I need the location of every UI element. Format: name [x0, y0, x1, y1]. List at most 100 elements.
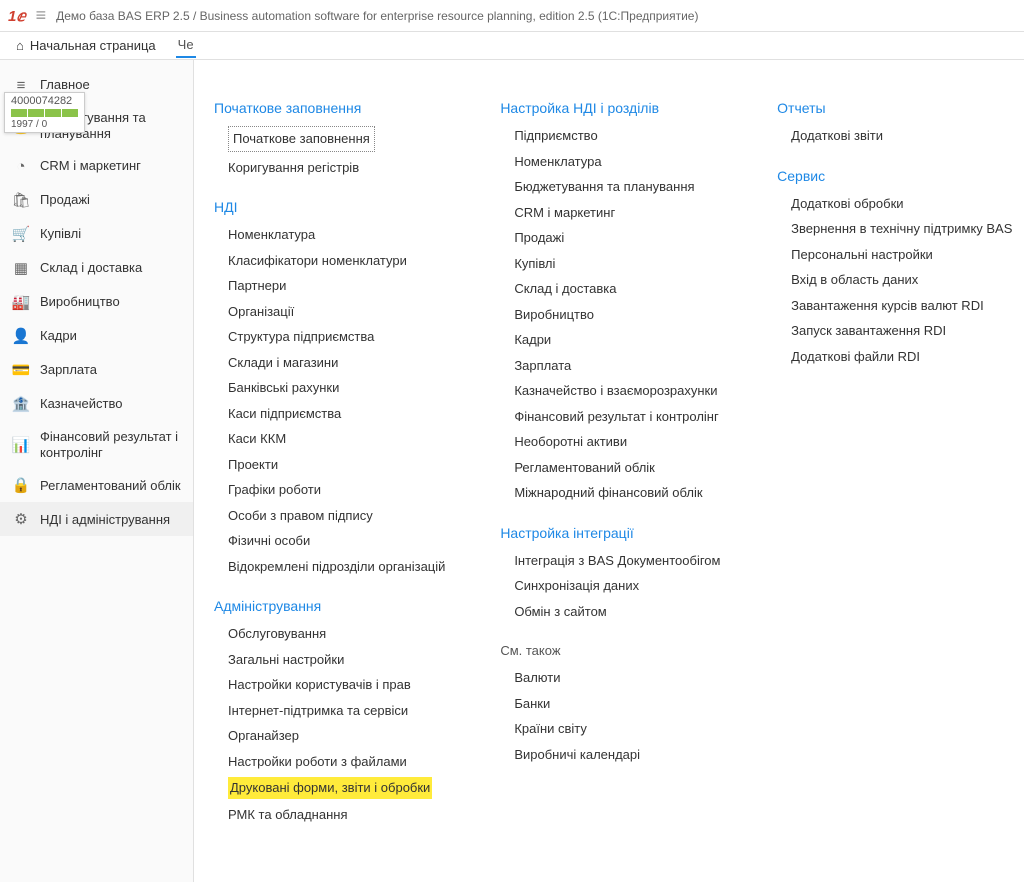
menu-link[interactable]: Партнери	[228, 276, 460, 296]
nav-icon: 🛒	[12, 225, 30, 243]
menu-link[interactable]: Вхід в область даних	[791, 270, 1014, 290]
menu-link[interactable]: Друковані форми, звіти і обробки	[228, 777, 432, 799]
menu-link[interactable]: Кадри	[514, 330, 737, 350]
menu-link[interactable]: Початкове заповнення	[228, 126, 375, 152]
nav-icon: 👤	[12, 327, 30, 345]
menu-link[interactable]: Відокремлені підрозділи організацій	[228, 557, 460, 577]
menu-link[interactable]: Звернення в технічну підтримку BAS	[791, 219, 1014, 239]
section-header[interactable]: Сервис	[777, 168, 1014, 184]
menu-link[interactable]: Структура підприємства	[228, 327, 460, 347]
sidebar-item[interactable]: 🏭Виробництво	[0, 285, 193, 319]
nav-label: CRM і маркетинг	[40, 158, 181, 174]
menu-link[interactable]: Склад і доставка	[514, 279, 737, 299]
sidebar-item[interactable]: 💳Зарплата	[0, 353, 193, 387]
sidebar-item[interactable]: ▦Склад і доставка	[0, 251, 193, 285]
menu-link[interactable]: Інтеграція з BAS Документообігом	[514, 551, 737, 571]
menu-link[interactable]: Органайзер	[228, 726, 460, 746]
window-title: Демо база BAS ERP 2.5 / Business automat…	[56, 9, 698, 23]
menu-link[interactable]: Необоротні активи	[514, 432, 737, 452]
sidebar: 4000074282 1997 / 0 ≡Главное💰Бюджетуванн…	[0, 60, 194, 882]
nav-icon: ▦	[12, 259, 30, 277]
menu-link[interactable]: Загальні настройки	[228, 650, 460, 670]
menu-link[interactable]: Склади і магазини	[228, 353, 460, 373]
menu-link[interactable]: Графіки роботи	[228, 480, 460, 500]
sidebar-item[interactable]: ◔CRM і маркетинг	[0, 149, 193, 183]
sidebar-item[interactable]: 👤 Кадри	[0, 319, 193, 353]
section-header[interactable]: Адміністрування	[214, 598, 460, 614]
menu-link[interactable]: Номенклатура	[228, 225, 460, 245]
menu-link[interactable]: Особи з правом підпису	[228, 506, 460, 526]
sidebar-item[interactable]: 🔒Регламентований облік	[0, 468, 193, 502]
nav-label: Казначейство	[40, 396, 181, 412]
nav-label: Фінансовий результат і контролінг	[40, 429, 181, 460]
menu-link[interactable]: Казначейство і взаєморозрахунки	[514, 381, 737, 401]
menu-link[interactable]: Каси ККМ	[228, 429, 460, 449]
menu-link[interactable]: Банки	[514, 694, 737, 714]
menu-link[interactable]: Додаткові звіти	[791, 126, 1014, 146]
nav-icon: 🔒	[12, 476, 30, 494]
menu-link[interactable]: Обмін з сайтом	[514, 602, 737, 622]
menu-link[interactable]: CRM і маркетинг	[514, 203, 737, 223]
section-header[interactable]: Початкове заповнення	[214, 100, 460, 116]
badge-counter: 1997 / 0	[11, 119, 78, 130]
menu-link[interactable]: Коригування регістрів	[228, 158, 460, 178]
menu-link[interactable]: Бюджетування та планування	[514, 177, 737, 197]
menu-link[interactable]: Виробничі календарі	[514, 745, 737, 765]
menu-link[interactable]: Синхронізація даних	[514, 576, 737, 596]
nav-label: Продажі	[40, 192, 181, 208]
menu-link[interactable]: РМК та обладнання	[228, 805, 460, 825]
menu-link[interactable]: Фізичні особи	[228, 531, 460, 551]
section-header[interactable]: Настройка НДІ і розділів	[500, 100, 737, 116]
nav-label: Зарплата	[40, 362, 181, 378]
sidebar-item[interactable]: 🏦 Казначейство	[0, 387, 193, 421]
menu-link[interactable]: Купівлі	[514, 254, 737, 274]
section-header[interactable]: Настройка інтеграції	[500, 525, 737, 541]
menu-link[interactable]: Міжнародний фінансовий облік	[514, 483, 737, 503]
menu-link[interactable]: Регламентований облік	[514, 458, 737, 478]
section-header[interactable]: НДІ	[214, 199, 460, 215]
menu-link[interactable]: Проекти	[228, 455, 460, 475]
column-2: Настройка НДІ і розділів Підприємство Ном…	[500, 100, 737, 764]
content-area: Початкове заповнення Початкове заповненн…	[194, 60, 1024, 882]
sidebar-item[interactable]: 📊 Фінансовий результат і контролінг	[0, 421, 193, 468]
nav-label: Кадри	[40, 328, 181, 344]
menu-link[interactable]: Зарплата	[514, 356, 737, 376]
menu-link[interactable]: Персональні настройки	[791, 245, 1014, 265]
badge-id: 4000074282	[11, 95, 78, 107]
tab-home[interactable]: ⌂ Начальная страница	[8, 34, 164, 57]
menu-link[interactable]: Завантаження курсів валют RDI	[791, 296, 1014, 316]
menu-link[interactable]: Країни світу	[514, 719, 737, 739]
menu-link[interactable]: Додаткові файли RDI	[791, 347, 1014, 367]
sidebar-item[interactable]: 🛒 Купівлі	[0, 217, 193, 251]
sidebar-item[interactable]: ⚙ НДІ і адміністрування	[0, 502, 193, 536]
nav-label: НДІ і адміністрування	[40, 512, 181, 528]
section-header[interactable]: Отчеты	[777, 100, 1014, 116]
menu-link[interactable]: Виробництво	[514, 305, 737, 325]
menu-link[interactable]: Настройки роботи з файлами	[228, 752, 460, 772]
home-icon: ⌂	[16, 38, 24, 53]
menu-link[interactable]: Запуск завантаження RDI	[791, 321, 1014, 341]
menu-link[interactable]: Фінансовий результат і контролінг	[514, 407, 737, 427]
menu-link[interactable]: Обслуговування	[228, 624, 460, 644]
nav-icon: 🏭	[12, 293, 30, 311]
menu-link[interactable]: Продажі	[514, 228, 737, 248]
menu-link[interactable]: Каси підприємства	[228, 404, 460, 424]
nav-icon: 📊	[12, 436, 30, 454]
menu-link[interactable]: Банківські рахунки	[228, 378, 460, 398]
menu-link[interactable]: Організації	[228, 302, 460, 322]
nav-icon: 🏦	[12, 395, 30, 413]
menu-link[interactable]: Номенклатура	[514, 152, 737, 172]
menu-link[interactable]: Настройки користувачів і прав	[228, 675, 460, 695]
menu-link[interactable]: Підприємство	[514, 126, 737, 146]
hamburger-icon[interactable]: ≡	[36, 5, 47, 26]
info-badge: 4000074282 1997 / 0	[4, 92, 85, 133]
tab-active[interactable]: Че	[176, 33, 196, 58]
nav-label: Купівлі	[40, 226, 181, 242]
nav-icon: ⚙	[12, 510, 30, 528]
column-3: Отчеты Додаткові звіти Сервис Додаткові …	[777, 100, 1014, 366]
menu-link[interactable]: Валюти	[514, 668, 737, 688]
menu-link[interactable]: Класифікатори номенклатури	[228, 251, 460, 271]
sidebar-item[interactable]: 🛍Продажі	[0, 183, 193, 217]
menu-link[interactable]: Інтернет-підтримка та сервіси	[228, 701, 460, 721]
menu-link[interactable]: Додаткові обробки	[791, 194, 1014, 214]
